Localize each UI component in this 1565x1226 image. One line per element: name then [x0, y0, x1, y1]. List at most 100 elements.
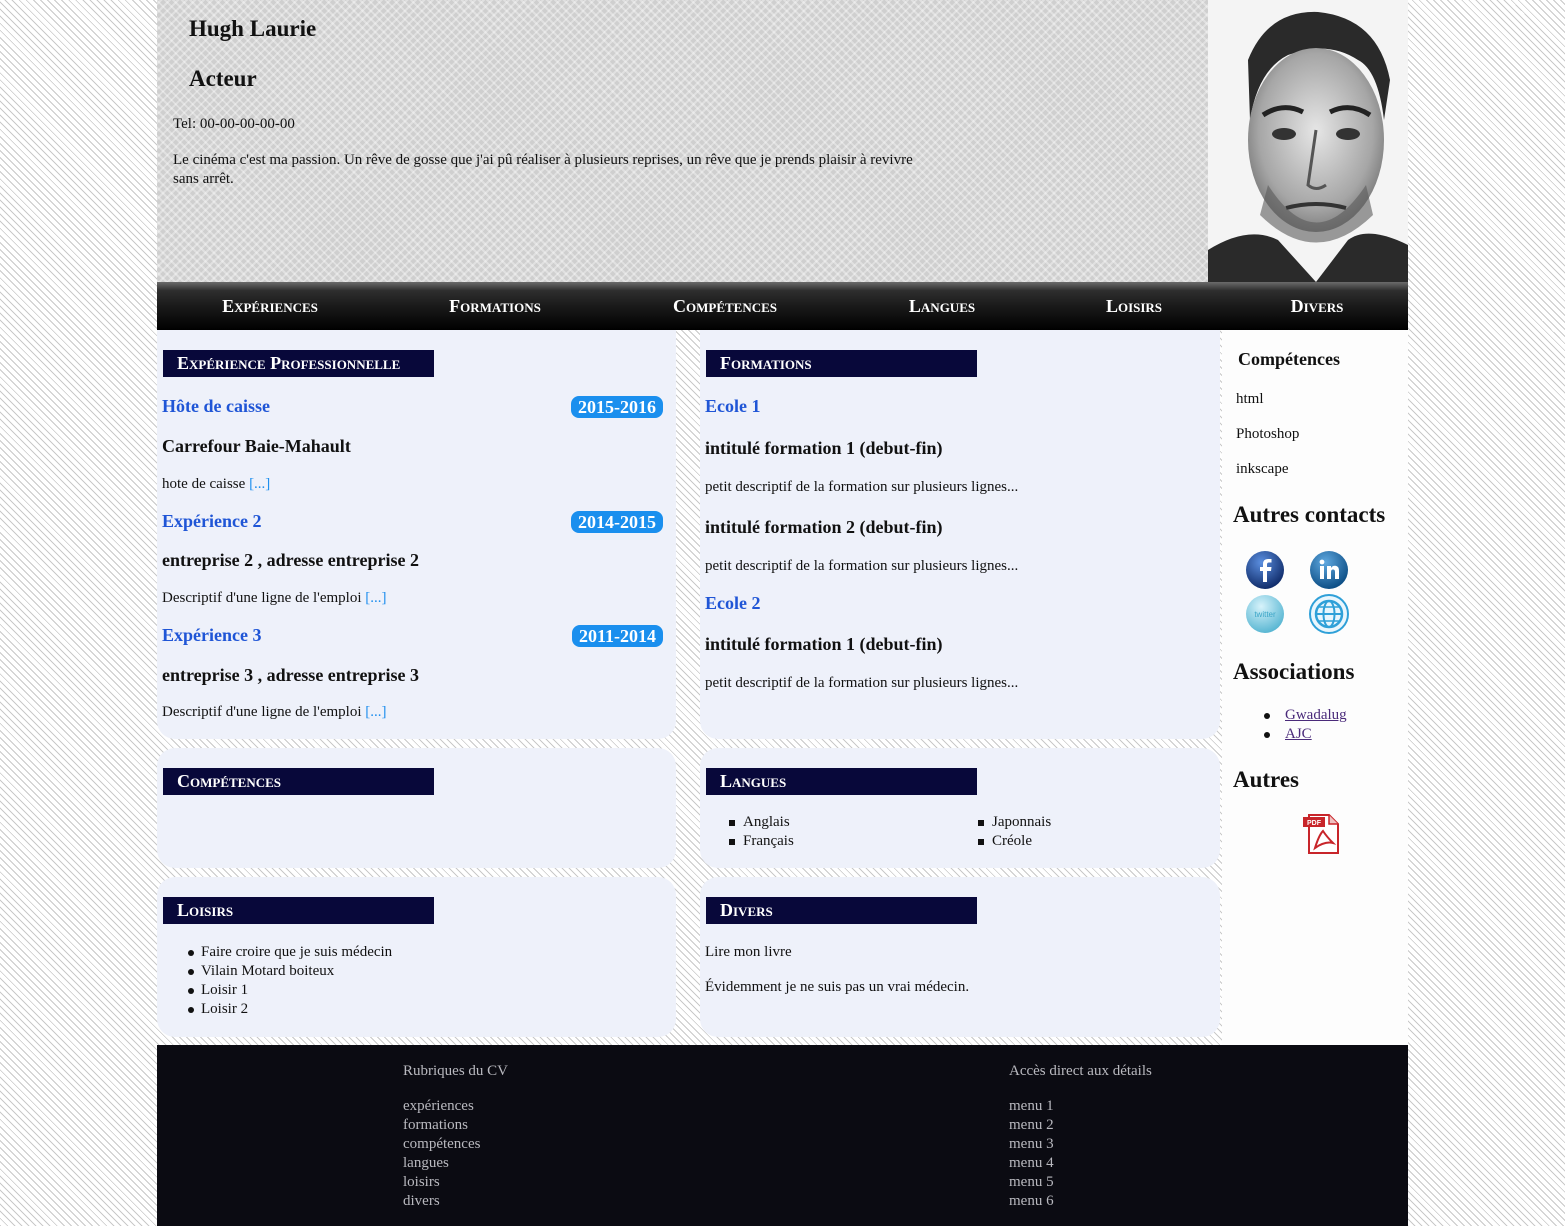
header: Hugh Laurie Acteur Tel: 00-00-00-00-00 L…: [157, 0, 1408, 282]
footer-link[interactable]: divers: [403, 1192, 440, 1211]
formation-title: intitulé formation 2 (debut-fin): [705, 517, 943, 537]
more-link[interactable]: [...]: [365, 590, 386, 606]
association-item: AJC: [1264, 726, 1312, 743]
footer: Rubriques du CV expériences formations c…: [157, 1045, 1408, 1226]
job-description-text: Descriptif d'une ligne de l'emploi: [162, 704, 362, 720]
formation-description: petit descriptif de la formation sur plu…: [705, 558, 1019, 574]
association-link-gwadalug[interactable]: Gwadalug: [1285, 707, 1347, 723]
bullet-dot-icon: [1264, 713, 1270, 719]
hobby-item: Loisir 1: [188, 982, 249, 999]
nav-experiences[interactable]: Expériences: [222, 296, 318, 317]
bullet-dot-icon: [188, 988, 194, 994]
footer-col1-title: Rubriques du CV: [403, 1063, 508, 1079]
bullet-square-icon: [978, 839, 984, 845]
skill-item: inkscape: [1236, 461, 1289, 477]
main-nav: Expériences Formations Compétences Langu…: [157, 282, 1408, 330]
language-item: Français: [729, 833, 794, 850]
footer-menu-link[interactable]: menu 2: [1009, 1116, 1054, 1135]
bullet-dot-icon: [1264, 732, 1270, 738]
twitter-icon-label: twitter: [1254, 610, 1276, 619]
experience-title: Expérience Professionnelle: [163, 350, 434, 377]
bullet-dot-icon: [188, 1007, 194, 1013]
pdf-icon-label: PDF: [1307, 820, 1322, 827]
facebook-icon[interactable]: [1245, 550, 1285, 590]
person-job: Acteur: [189, 66, 257, 91]
hobby-label: Faire croire que je suis médecin: [201, 944, 393, 960]
nav-divers[interactable]: Divers: [1291, 296, 1344, 317]
divers-line: Évidemment je ne suis pas un vrai médeci…: [705, 979, 970, 995]
hobby-item: Vilain Motard boiteux: [188, 963, 334, 980]
date-badge: 2014-2015: [571, 511, 663, 533]
skill-item: Photoshop: [1236, 426, 1300, 442]
footer-link[interactable]: formations: [403, 1116, 468, 1135]
header-description: Le cinéma c'est ma passion. Un rêve de g…: [173, 152, 913, 187]
language-label: Japonnais: [992, 814, 1052, 830]
sidebar-competences-title: Compétences: [1238, 349, 1340, 369]
hobby-label: Loisir 1: [201, 982, 249, 998]
bullet-square-icon: [729, 839, 735, 845]
website-icon[interactable]: [1309, 594, 1349, 634]
language-label: Français: [743, 833, 794, 849]
school-name[interactable]: Ecole 2: [705, 593, 761, 614]
footer-menu-link[interactable]: menu 3: [1009, 1135, 1054, 1154]
footer-link[interactable]: langues: [403, 1154, 449, 1173]
bullet-square-icon: [729, 820, 735, 826]
divers-panel: Divers Lire mon livre Évidemment je ne s…: [700, 877, 1220, 1037]
nav-competences[interactable]: Compétences: [673, 296, 777, 317]
language-label: Créole: [992, 833, 1032, 849]
loisirs-title: Loisirs: [163, 897, 434, 924]
formations-panel: Formations Ecole 1 intitulé formation 1 …: [700, 330, 1220, 739]
formation-title: intitulé formation 1 (debut-fin): [705, 634, 943, 654]
footer-menu-link[interactable]: menu 1: [1009, 1097, 1054, 1116]
footer-col2-title: Accès direct aux détails: [1009, 1063, 1152, 1079]
hobby-item: Loisir 2: [188, 1001, 249, 1018]
job-title[interactable]: Expérience 2: [162, 511, 261, 532]
portrait-photo: [1208, 0, 1408, 282]
footer-menu-link[interactable]: menu 4: [1009, 1154, 1054, 1173]
footer-link[interactable]: loisirs: [403, 1173, 440, 1192]
linkedin-icon[interactable]: [1309, 550, 1349, 590]
twitter-icon[interactable]: twitter: [1245, 594, 1285, 634]
competences-panel: Compétences: [157, 748, 676, 868]
more-link[interactable]: [...]: [365, 704, 386, 720]
sidebar-autres-title: Autres: [1233, 767, 1300, 792]
nav-formations[interactable]: Formations: [449, 296, 541, 317]
job-title[interactable]: Hôte de caisse: [162, 396, 270, 417]
job-description-text: hote de caisse: [162, 476, 246, 492]
footer-menu-link[interactable]: menu 6: [1009, 1192, 1054, 1211]
sidebar-associations-title: Associations: [1233, 659, 1355, 684]
hobby-label: Loisir 2: [201, 1001, 249, 1017]
language-item: Créole: [978, 833, 1032, 850]
job-title[interactable]: Expérience 3: [162, 625, 261, 646]
bullet-square-icon: [978, 820, 984, 826]
langues-panel: Langues Anglais Français Japonnais Créol…: [700, 748, 1220, 868]
formations-title: Formations: [706, 350, 977, 377]
job-description: hote de caisse [...]: [162, 476, 270, 493]
person-name: Hugh Laurie: [189, 16, 317, 41]
divers-title: Divers: [706, 897, 977, 924]
language-item: Japonnais: [978, 814, 1052, 831]
school-name[interactable]: Ecole 1: [705, 396, 761, 417]
skill-item: html: [1236, 391, 1264, 407]
formation-description: petit descriptif de la formation sur plu…: [705, 479, 1019, 495]
more-link[interactable]: [...]: [249, 476, 270, 492]
loisirs-panel: Loisirs Faire croire que je suis médecin…: [157, 877, 676, 1037]
footer-link[interactable]: compétences: [403, 1135, 480, 1154]
cv-page: Hugh Laurie Acteur Tel: 00-00-00-00-00 L…: [157, 0, 1408, 1226]
bullet-dot-icon: [188, 950, 194, 956]
sidebar: Compétences html Photoshop inkscape Autr…: [1222, 330, 1408, 1045]
sidebar-contacts-title: Autres contacts: [1233, 502, 1386, 527]
association-link-ajc[interactable]: AJC: [1285, 726, 1312, 742]
footer-link[interactable]: expériences: [403, 1097, 474, 1116]
langues-title: Langues: [706, 768, 977, 795]
formation-description: petit descriptif de la formation sur plu…: [705, 675, 1019, 691]
company-name: Carrefour Baie-Mahault: [162, 436, 351, 456]
pdf-icon[interactable]: PDF: [1303, 813, 1343, 855]
footer-menu-link[interactable]: menu 5: [1009, 1173, 1054, 1192]
company-name: entreprise 2 , adresse entreprise 2: [162, 550, 419, 570]
divers-line: Lire mon livre: [705, 944, 792, 960]
nav-loisirs[interactable]: Loisirs: [1106, 296, 1162, 317]
bullet-dot-icon: [188, 969, 194, 975]
nav-langues[interactable]: Langues: [909, 296, 975, 317]
hobby-item: Faire croire que je suis médecin: [188, 944, 393, 961]
